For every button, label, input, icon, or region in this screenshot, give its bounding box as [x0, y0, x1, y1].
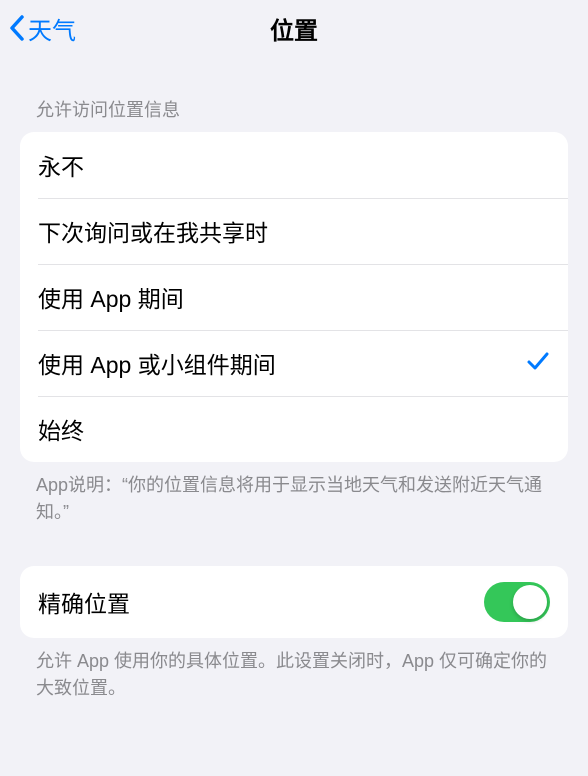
checkmark-icon — [526, 349, 550, 378]
section-header-access: 允许访问位置信息 — [20, 56, 568, 132]
back-button[interactable]: 天气 — [8, 11, 76, 46]
section-footer-access: App说明：“你的位置信息将用于显示当地天气和发送附近天气通知。” — [20, 462, 568, 526]
access-options-group: 永不 下次询问或在我共享时 使用 App 期间 使用 App 或小组件期间 始终 — [20, 132, 568, 462]
option-label: 使用 App 或小组件期间 — [38, 346, 526, 380]
precise-location-group: 精确位置 — [20, 566, 568, 638]
precise-location-row: 精确位置 — [20, 566, 568, 638]
option-while-using-app[interactable]: 使用 App 期间 — [20, 264, 568, 330]
option-always[interactable]: 始终 — [20, 396, 568, 462]
chevron-left-icon — [8, 14, 26, 42]
option-label: 始终 — [38, 412, 550, 446]
precise-location-toggle[interactable] — [484, 582, 550, 622]
precise-location-label: 精确位置 — [38, 585, 484, 619]
option-ask-next-time[interactable]: 下次询问或在我共享时 — [20, 198, 568, 264]
option-while-using-app-or-widgets[interactable]: 使用 App 或小组件期间 — [20, 330, 568, 396]
back-label: 天气 — [28, 11, 76, 46]
navbation-bar: 天气 位置 — [0, 0, 588, 56]
option-never[interactable]: 永不 — [20, 132, 568, 198]
option-label: 下次询问或在我共享时 — [38, 214, 550, 248]
option-label: 永不 — [38, 148, 550, 182]
section-footer-precise: 允许 App 使用你的具体位置。此设置关闭时，App 仅可确定你的大致位置。 — [20, 638, 568, 702]
option-label: 使用 App 期间 — [38, 280, 550, 314]
page-title: 位置 — [0, 11, 588, 46]
toggle-knob — [513, 585, 547, 619]
